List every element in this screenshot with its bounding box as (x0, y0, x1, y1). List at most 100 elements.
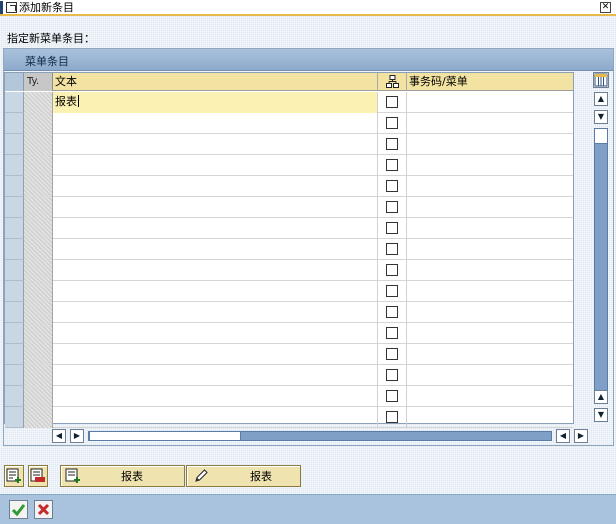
row-selector[interactable] (5, 323, 24, 344)
text-input[interactable]: 报表 (53, 92, 378, 113)
table-row (5, 386, 573, 407)
table-row (5, 176, 573, 197)
scroll-right-button[interactable]: ▶ (70, 429, 84, 443)
tcode-menu-input[interactable] (407, 218, 573, 239)
hierarchy-checkbox[interactable] (386, 264, 398, 276)
hierarchy-checkbox[interactable] (386, 348, 398, 360)
column-config-icon[interactable] (593, 72, 609, 88)
close-button[interactable]: ✕ (600, 2, 611, 13)
scroll-column-right-button[interactable]: ▶ (574, 429, 588, 443)
hierarchy-checkbox-cell (378, 197, 407, 218)
hierarchy-checkbox-cell (378, 365, 407, 386)
text-input[interactable] (53, 218, 378, 239)
scroll-left-button[interactable]: ◀ (52, 429, 66, 443)
row-selector[interactable] (5, 134, 24, 155)
confirm-button[interactable] (9, 500, 28, 519)
tcode-menu-input[interactable] (407, 386, 573, 407)
hierarchy-checkbox[interactable] (386, 180, 398, 192)
text-input[interactable] (53, 386, 378, 407)
text-input[interactable] (53, 176, 378, 197)
table-row (5, 218, 573, 239)
tcode-menu-input[interactable] (407, 260, 573, 281)
scroll-up-button[interactable]: ▲ (594, 92, 608, 106)
hierarchy-checkbox[interactable] (386, 96, 398, 108)
row-selector[interactable] (5, 386, 24, 407)
tcode-menu-input[interactable] (407, 365, 573, 386)
row-selector[interactable] (5, 218, 24, 239)
tcode-menu-input[interactable] (407, 407, 573, 428)
text-input[interactable] (53, 197, 378, 218)
add-row-button[interactable] (4, 465, 24, 487)
row-selector[interactable] (5, 239, 24, 260)
row-selector[interactable] (5, 365, 24, 386)
hierarchy-checkbox[interactable] (386, 243, 398, 255)
type-cell (24, 281, 53, 302)
hierarchy-checkbox[interactable] (386, 327, 398, 339)
text-input[interactable] (53, 323, 378, 344)
insert-entry-button[interactable]: 报表 (60, 465, 185, 487)
hierarchy-checkbox[interactable] (386, 117, 398, 129)
text-input[interactable] (53, 260, 378, 281)
text-input[interactable] (53, 365, 378, 386)
tcode-menu-input[interactable] (407, 344, 573, 365)
row-selector[interactable] (5, 302, 24, 323)
row-selector[interactable] (5, 407, 24, 428)
row-selector[interactable] (5, 260, 24, 281)
row-selector[interactable] (5, 281, 24, 302)
hierarchy-checkbox[interactable] (386, 222, 398, 234)
hierarchy-checkbox[interactable] (386, 411, 398, 423)
hierarchy-checkbox[interactable] (386, 201, 398, 213)
text-input[interactable] (53, 155, 378, 176)
vertical-scroll-thumb[interactable] (594, 128, 608, 144)
hierarchy-checkbox-cell (378, 176, 407, 197)
tcode-menu-input[interactable] (407, 197, 573, 218)
hierarchy-checkbox[interactable] (386, 369, 398, 381)
scroll-page-up-button[interactable]: ▲ (594, 390, 608, 404)
vertical-scrollbar[interactable]: ▲ ▼ ▲ ▼ (592, 72, 610, 424)
text-input[interactable] (53, 302, 378, 323)
tcode-menu-input[interactable] (407, 239, 573, 260)
scroll-down-button[interactable]: ▼ (594, 408, 608, 422)
hierarchy-checkbox[interactable] (386, 159, 398, 171)
text-input[interactable] (53, 344, 378, 365)
row-selector[interactable] (5, 197, 24, 218)
hierarchy-checkbox[interactable] (386, 390, 398, 402)
hierarchy-checkbox-cell (378, 134, 407, 155)
hierarchy-checkbox[interactable] (386, 138, 398, 150)
text-input[interactable] (53, 281, 378, 302)
cancel-button[interactable] (34, 500, 53, 519)
hierarchy-checkbox[interactable] (386, 306, 398, 318)
row-selector[interactable] (5, 344, 24, 365)
vertical-scroll-track[interactable] (594, 128, 608, 402)
tcode-menu-input[interactable] (407, 92, 573, 113)
column-header-text[interactable]: 文本 (53, 73, 378, 91)
row-selector[interactable] (5, 155, 24, 176)
tcode-menu-input[interactable] (407, 113, 573, 134)
column-header-type[interactable]: Ty. (24, 73, 53, 91)
tcode-menu-input[interactable] (407, 323, 573, 344)
horizontal-scroll-track[interactable] (88, 431, 552, 441)
tcode-menu-input[interactable] (407, 281, 573, 302)
checkmark-icon (11, 504, 26, 517)
row-selector[interactable] (5, 92, 24, 113)
select-all-column[interactable] (5, 73, 24, 91)
row-selector[interactable] (5, 113, 24, 134)
horizontal-scrollbar[interactable]: ◀ ▶ (52, 429, 556, 443)
text-input[interactable] (53, 407, 378, 428)
column-header-hierarchy[interactable] (378, 73, 407, 91)
text-input[interactable] (53, 239, 378, 260)
scroll-page-down-button[interactable]: ▼ (594, 110, 608, 124)
horizontal-scroll-thumb[interactable] (89, 431, 241, 441)
hierarchy-checkbox[interactable] (386, 285, 398, 297)
edit-entry-button[interactable]: 报表 (186, 465, 301, 487)
column-header-tcode-menu[interactable]: 事务码/菜单 (407, 73, 573, 91)
tcode-menu-input[interactable] (407, 176, 573, 197)
scroll-column-left-button[interactable]: ◀ (556, 429, 570, 443)
tcode-menu-input[interactable] (407, 134, 573, 155)
delete-row-button[interactable] (28, 465, 48, 487)
tcode-menu-input[interactable] (407, 155, 573, 176)
text-input[interactable] (53, 113, 378, 134)
text-input[interactable] (53, 134, 378, 155)
tcode-menu-input[interactable] (407, 302, 573, 323)
row-selector[interactable] (5, 176, 24, 197)
